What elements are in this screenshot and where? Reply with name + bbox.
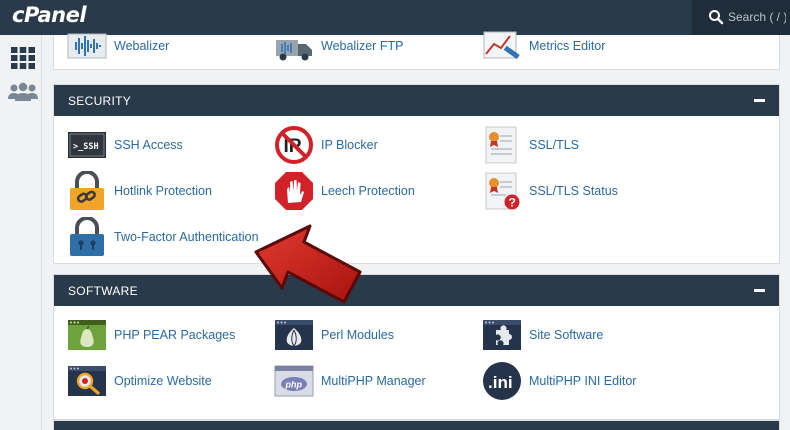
ssh-icon: >_SSH xyxy=(68,132,106,158)
next-section xyxy=(53,420,780,430)
metrics-editor-icon xyxy=(483,31,520,60)
pear-icon xyxy=(68,320,106,350)
item-label: MultiPHP Manager xyxy=(321,374,426,388)
item-two-factor-authentication[interactable]: Two-Factor Authentication xyxy=(67,217,259,257)
users-icon[interactable] xyxy=(6,77,40,107)
item-multiphp-manager[interactable]: php MultiPHP Manager xyxy=(274,361,426,401)
item-label: IP Blocker xyxy=(321,138,378,152)
php-icon: php xyxy=(274,365,314,397)
svg-text:php: php xyxy=(285,380,303,390)
item-label: SSL/TLS Status xyxy=(529,184,618,198)
hotlink-lock-icon xyxy=(70,171,104,210)
certificate-status-icon: ? xyxy=(485,172,520,210)
padlock-icon xyxy=(70,217,104,256)
item-label: SSH Access xyxy=(114,138,183,152)
webalizer-icon xyxy=(67,33,107,59)
security-section: SECURITY >_SSH SSH Access IP IP Blocker … xyxy=(53,84,780,264)
item-ssh-access[interactable]: >_SSH SSH Access xyxy=(67,125,183,165)
svg-text:>_SSH: >_SSH xyxy=(73,142,99,152)
red-arrow-annotation xyxy=(254,224,362,304)
item-metrics-editor[interactable]: Metrics Editor xyxy=(482,26,605,66)
item-hotlink-protection[interactable]: Hotlink Protection xyxy=(67,171,212,211)
section-title: SECURITY xyxy=(68,94,132,108)
next-section-header[interactable] xyxy=(54,421,779,430)
software-section: SOFTWARE PHP PEAR Packages Perl Modules xyxy=(53,274,780,420)
svg-text:?: ? xyxy=(509,196,516,210)
stop-hand-icon xyxy=(275,172,313,210)
item-label: SSL/TLS xyxy=(529,138,580,152)
item-label: PHP PEAR Packages xyxy=(114,328,236,342)
item-label: Perl Modules xyxy=(321,328,394,342)
item-webalizer-ftp[interactable]: Webalizer FTP xyxy=(274,26,403,66)
item-ssl-tls[interactable]: SSL/TLS xyxy=(482,125,579,165)
left-rail xyxy=(0,35,42,430)
item-perl-modules[interactable]: Perl Modules xyxy=(274,315,394,355)
section-title: SOFTWARE xyxy=(68,284,138,298)
ini-icon: .ini xyxy=(483,362,521,400)
item-label: Optimize Website xyxy=(114,374,212,388)
item-php-pear-packages[interactable]: PHP PEAR Packages xyxy=(67,315,235,355)
item-label: Webalizer FTP xyxy=(321,39,404,53)
perl-onion-icon xyxy=(275,320,313,350)
collapse-icon[interactable] xyxy=(754,289,765,292)
item-label: Webalizer xyxy=(114,39,170,53)
certificate-icon xyxy=(485,126,517,164)
svg-text:.ini: .ini xyxy=(488,373,513,392)
item-multiphp-ini-editor[interactable]: .ini MultiPHP INI Editor xyxy=(482,361,636,401)
item-ssl-tls-status[interactable]: ? SSL/TLS Status xyxy=(482,171,618,211)
item-webalizer[interactable]: Webalizer xyxy=(67,26,169,66)
search-icon xyxy=(709,10,724,25)
webalizer-ftp-icon xyxy=(276,40,312,61)
software-header[interactable]: SOFTWARE xyxy=(54,275,779,306)
item-label: MultiPHP INI Editor xyxy=(529,374,637,388)
ip-blocker-icon: IP xyxy=(275,126,313,164)
item-label: Site Software xyxy=(529,328,604,342)
item-label: Metrics Editor xyxy=(529,39,606,53)
metrics-section: Webalizer Webalizer FTP Metrics Editor xyxy=(53,31,780,70)
collapse-icon[interactable] xyxy=(754,99,765,102)
search-box[interactable] xyxy=(692,0,790,35)
puzzle-icon xyxy=(483,320,521,350)
grid-icon[interactable] xyxy=(6,43,40,73)
item-ip-blocker[interactable]: IP IP Blocker xyxy=(274,125,378,165)
optimize-magnifier-icon xyxy=(68,366,106,396)
item-label: Two-Factor Authentication xyxy=(114,230,259,244)
cpanel-logo[interactable]: cPanel xyxy=(12,3,87,27)
item-label: Hotlink Protection xyxy=(114,184,212,198)
item-optimize-website[interactable]: Optimize Website xyxy=(67,361,212,401)
security-header[interactable]: SECURITY xyxy=(54,85,779,116)
item-label: Leech Protection xyxy=(321,184,415,198)
item-site-software[interactable]: Site Software xyxy=(482,315,603,355)
search-input[interactable] xyxy=(728,8,786,26)
item-leech-protection[interactable]: Leech Protection xyxy=(274,171,415,211)
